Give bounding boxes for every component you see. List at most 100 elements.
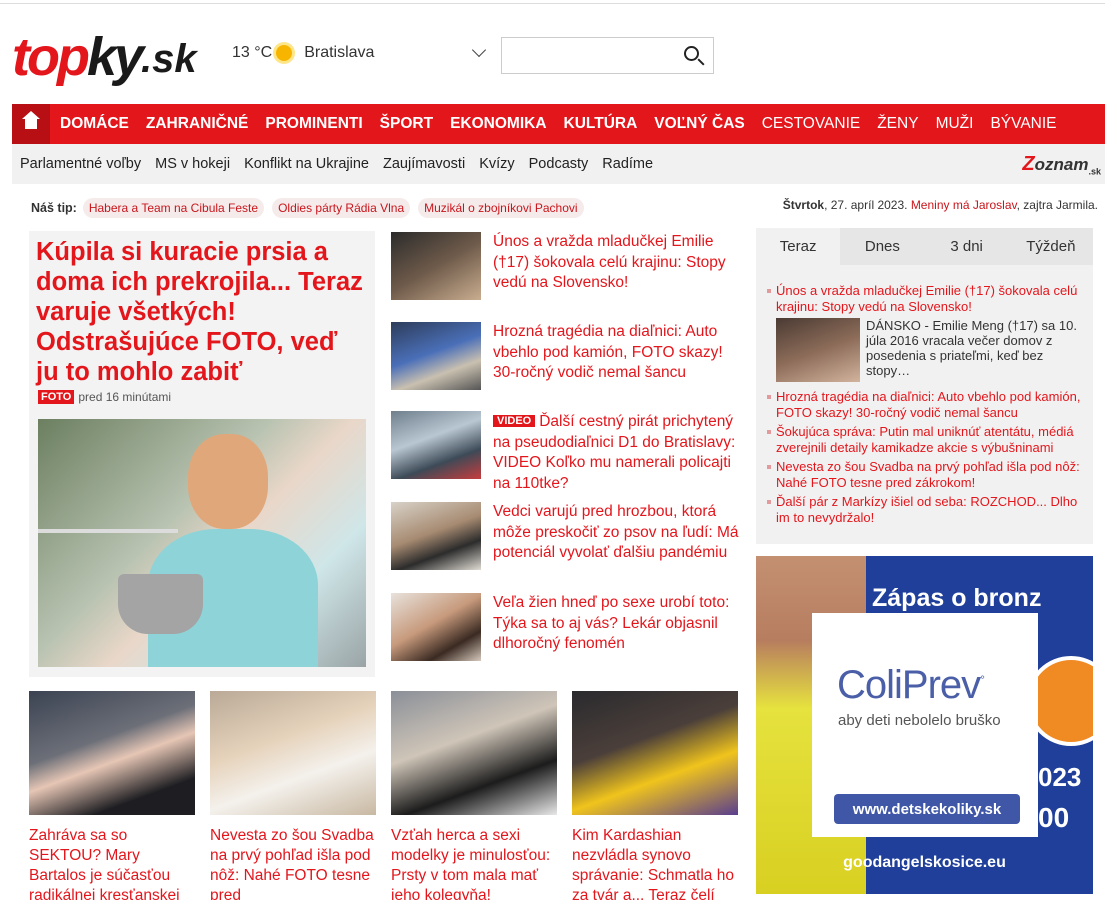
article-link[interactable]: Únos a vražda mladučkej Emilie (†17) šok… bbox=[493, 232, 741, 294]
main-nav: DOMÁCE ZAHRANIČNÉ PROMINENTI ŠPORT EKONO… bbox=[12, 104, 1105, 144]
subnav-item-zaujimavosti[interactable]: Zaujímavosti bbox=[383, 156, 465, 172]
list-item[interactable]: Hrozná tragédia na diaľnici: Auto vbehlo… bbox=[391, 322, 741, 390]
tab-teraz[interactable]: Teraz bbox=[756, 228, 841, 265]
tip-chip[interactable]: Oldies párty Rádia Vlna bbox=[272, 198, 411, 218]
logo-part-tld: .sk bbox=[141, 37, 197, 81]
article-thumbnail[interactable] bbox=[391, 232, 481, 300]
article-card-title[interactable]: Zahráva sa so SEKTOU? Mary Bartalos je s… bbox=[29, 826, 195, 900]
nav-item-kultura[interactable]: KULTÚRA bbox=[564, 115, 638, 133]
article-link[interactable]: Veľa žien hneď po sexe urobí toto: Týka … bbox=[493, 593, 741, 655]
featured-thumbnail[interactable] bbox=[776, 318, 860, 382]
popular-item[interactable]: Šokujúca správa: Putin mal uniknúť atent… bbox=[767, 424, 1085, 456]
nav-item-zeny[interactable]: ŽENY bbox=[877, 115, 918, 133]
zoznam-logo[interactable]: Zoznam.sk bbox=[1022, 153, 1101, 176]
article-card[interactable]: Nevesta zo šou Svadba na prvý pohľad išl… bbox=[210, 691, 376, 900]
subnav-item-podcasty[interactable]: Podcasty bbox=[529, 156, 589, 172]
day-name: Štvrtok bbox=[782, 198, 825, 212]
coliprev-url-button[interactable]: www.detskekoliky.sk bbox=[834, 794, 1020, 824]
search-icon[interactable] bbox=[684, 46, 699, 61]
popular-item[interactable]: Únos a vražda mladučkej Emilie (†17) šok… bbox=[767, 283, 1085, 315]
article-link[interactable]: Hrozná tragédia na diaľnici: Auto vbehlo… bbox=[493, 322, 741, 384]
tips-row: Náš tip: Habera a Team na Cibula Feste O… bbox=[31, 198, 592, 218]
popular-item[interactable]: Hrozná tragédia na diaľnici: Auto vbehlo… bbox=[767, 389, 1085, 421]
article-link[interactable]: Vedci varujú pred hrozbou, ktorá môže pr… bbox=[493, 502, 741, 564]
tip-chip[interactable]: Habera a Team na Cibula Feste bbox=[82, 198, 265, 218]
weather-widget[interactable]: 13 °C Bratislava bbox=[232, 42, 487, 62]
nav-item-sport[interactable]: ŠPORT bbox=[380, 115, 433, 133]
lead-photo[interactable] bbox=[38, 419, 366, 667]
lead-article[interactable]: Kúpila si kuracie prsia a doma ich prekr… bbox=[29, 231, 375, 677]
article-thumbnail[interactable] bbox=[391, 322, 481, 390]
article-thumbnail[interactable] bbox=[391, 502, 481, 570]
popular-item[interactable]: Nevesta zo šou Svadba na prvý pohľad išl… bbox=[767, 459, 1085, 491]
tip-chip[interactable]: Muzikál o zbojníkovi Pachovi bbox=[418, 198, 584, 218]
nav-item-prominenti[interactable]: PROMINENTI bbox=[265, 115, 362, 133]
nav-item-volny-cas[interactable]: VOĽNÝ ČAS bbox=[654, 115, 744, 133]
foto-badge: FOTO bbox=[38, 390, 75, 404]
name-day-link[interactable]: Meniny má Jaroslav bbox=[911, 198, 1017, 212]
subnav-item-radime[interactable]: Radíme bbox=[602, 156, 653, 172]
ad-headline: Zápas o bronz bbox=[872, 584, 1042, 612]
subnav-item-kvizy[interactable]: Kvízy bbox=[479, 156, 514, 172]
home-button[interactable] bbox=[12, 104, 50, 144]
nav-item-muzi[interactable]: MUŽI bbox=[936, 115, 974, 133]
advertisement[interactable]: Zápas o bronz 023 00 ColiPrev° aby deti … bbox=[756, 556, 1093, 894]
list-item[interactable]: Veľa žien hneď po sexe urobí toto: Týka … bbox=[391, 593, 741, 661]
coliprev-brand: ColiPrev° bbox=[837, 663, 985, 707]
photo-shape bbox=[118, 574, 203, 634]
search-input[interactable] bbox=[502, 38, 672, 73]
coliprev-overlay[interactable]: ColiPrev° aby deti nebolelo bruško www.d… bbox=[812, 613, 1038, 837]
featured-text: DÁNSKO - Emilie Meng (†17) sa 10. júla 2… bbox=[866, 318, 1077, 378]
lead-title[interactable]: Kúpila si kuracie prsia a doma ich prekr… bbox=[36, 237, 366, 387]
article-image[interactable] bbox=[572, 691, 738, 815]
article-thumbnail[interactable] bbox=[391, 593, 481, 661]
article-image[interactable] bbox=[391, 691, 557, 815]
subnav-item-ukrajina[interactable]: Konflikt na Ukrajine bbox=[244, 156, 369, 172]
logo-part-top: top bbox=[12, 27, 90, 87]
subnav-item-volby[interactable]: Parlamentné voľby bbox=[20, 156, 141, 172]
subnav-item-hokej[interactable]: MS v hokeji bbox=[155, 156, 230, 172]
tab-dnes[interactable]: Dnes bbox=[840, 228, 925, 265]
weather-temperature: 13 °C bbox=[232, 44, 273, 61]
lead-time: pred 16 minútami bbox=[78, 390, 172, 404]
nav-item-domace[interactable]: DOMÁCE bbox=[60, 115, 129, 133]
article-card[interactable]: Vzťah herca a sexi modelky je minulosťou… bbox=[391, 691, 557, 900]
ad-digits: 00 bbox=[1038, 802, 1070, 833]
tab-3-dni[interactable]: 3 dni bbox=[924, 228, 1009, 265]
popular-featured[interactable]: DÁNSKO - Emilie Meng (†17) sa 10. júla 2… bbox=[776, 318, 1085, 384]
article-thumbnail[interactable] bbox=[391, 411, 481, 479]
article-card[interactable]: Zahráva sa so SEKTOU? Mary Bartalos je s… bbox=[29, 691, 195, 900]
list-item[interactable]: Vedci varujú pred hrozbou, ktorá môže pr… bbox=[391, 502, 741, 582]
article-card[interactable]: Kim Kardashian nezvládla synovo správani… bbox=[572, 691, 738, 900]
home-icon bbox=[22, 111, 40, 131]
article-card-title[interactable]: Nevesta zo šou Svadba na prvý pohľad išl… bbox=[210, 826, 376, 900]
weather-city: Bratislava bbox=[304, 44, 375, 61]
nav-item-cestovanie[interactable]: CESTOVANIE bbox=[762, 115, 860, 133]
nav-item-zahranicne[interactable]: ZAHRANIČNÉ bbox=[146, 115, 248, 133]
list-item[interactable]: VIDEO Ďalší cestný pirát prichytený na ps… bbox=[391, 411, 741, 494]
article-link[interactable]: VIDEO Ďalší cestný pirát prichytený na ps… bbox=[493, 411, 741, 494]
article-image[interactable] bbox=[29, 691, 195, 815]
logo-part-ky: ky bbox=[86, 27, 144, 87]
list-item[interactable]: Únos a vražda mladučkej Emilie (†17) šok… bbox=[391, 232, 741, 300]
ad-footer-site[interactable]: goodangelskosice.eu bbox=[756, 854, 1093, 872]
search-box bbox=[501, 37, 714, 74]
nav-item-ekonomika[interactable]: EKONOMIKA bbox=[450, 115, 546, 133]
chevron-down-icon[interactable] bbox=[472, 42, 487, 58]
article-image[interactable] bbox=[210, 691, 376, 815]
tab-tyzden[interactable]: Týždeň bbox=[1008, 228, 1093, 265]
top-border bbox=[0, 0, 1105, 4]
ad-year: 023 bbox=[1038, 762, 1082, 792]
sub-nav: Parlamentné voľby MS v hokeji Konflikt n… bbox=[12, 144, 1105, 184]
tab-row: Teraz Dnes 3 dni Týždeň bbox=[756, 228, 1093, 265]
coliprev-tagline: aby deti nebolelo bruško bbox=[838, 712, 1001, 729]
popular-item[interactable]: Ďalší pár z Markízy išiel od seba: ROZCH… bbox=[767, 494, 1085, 526]
photo-shape bbox=[188, 434, 268, 529]
photo-shape bbox=[38, 529, 178, 533]
tomorrow-names: , zajtra Jarmila. bbox=[1016, 198, 1098, 212]
tips-label: Náš tip: bbox=[31, 201, 77, 215]
article-card-title[interactable]: Vzťah herca a sexi modelky je minulosťou… bbox=[391, 826, 557, 900]
nav-item-byvanie[interactable]: BÝVANIE bbox=[990, 115, 1056, 133]
article-card-title[interactable]: Kim Kardashian nezvládla synovo správani… bbox=[572, 826, 738, 900]
site-logo[interactable]: top ky .sk bbox=[12, 24, 197, 87]
